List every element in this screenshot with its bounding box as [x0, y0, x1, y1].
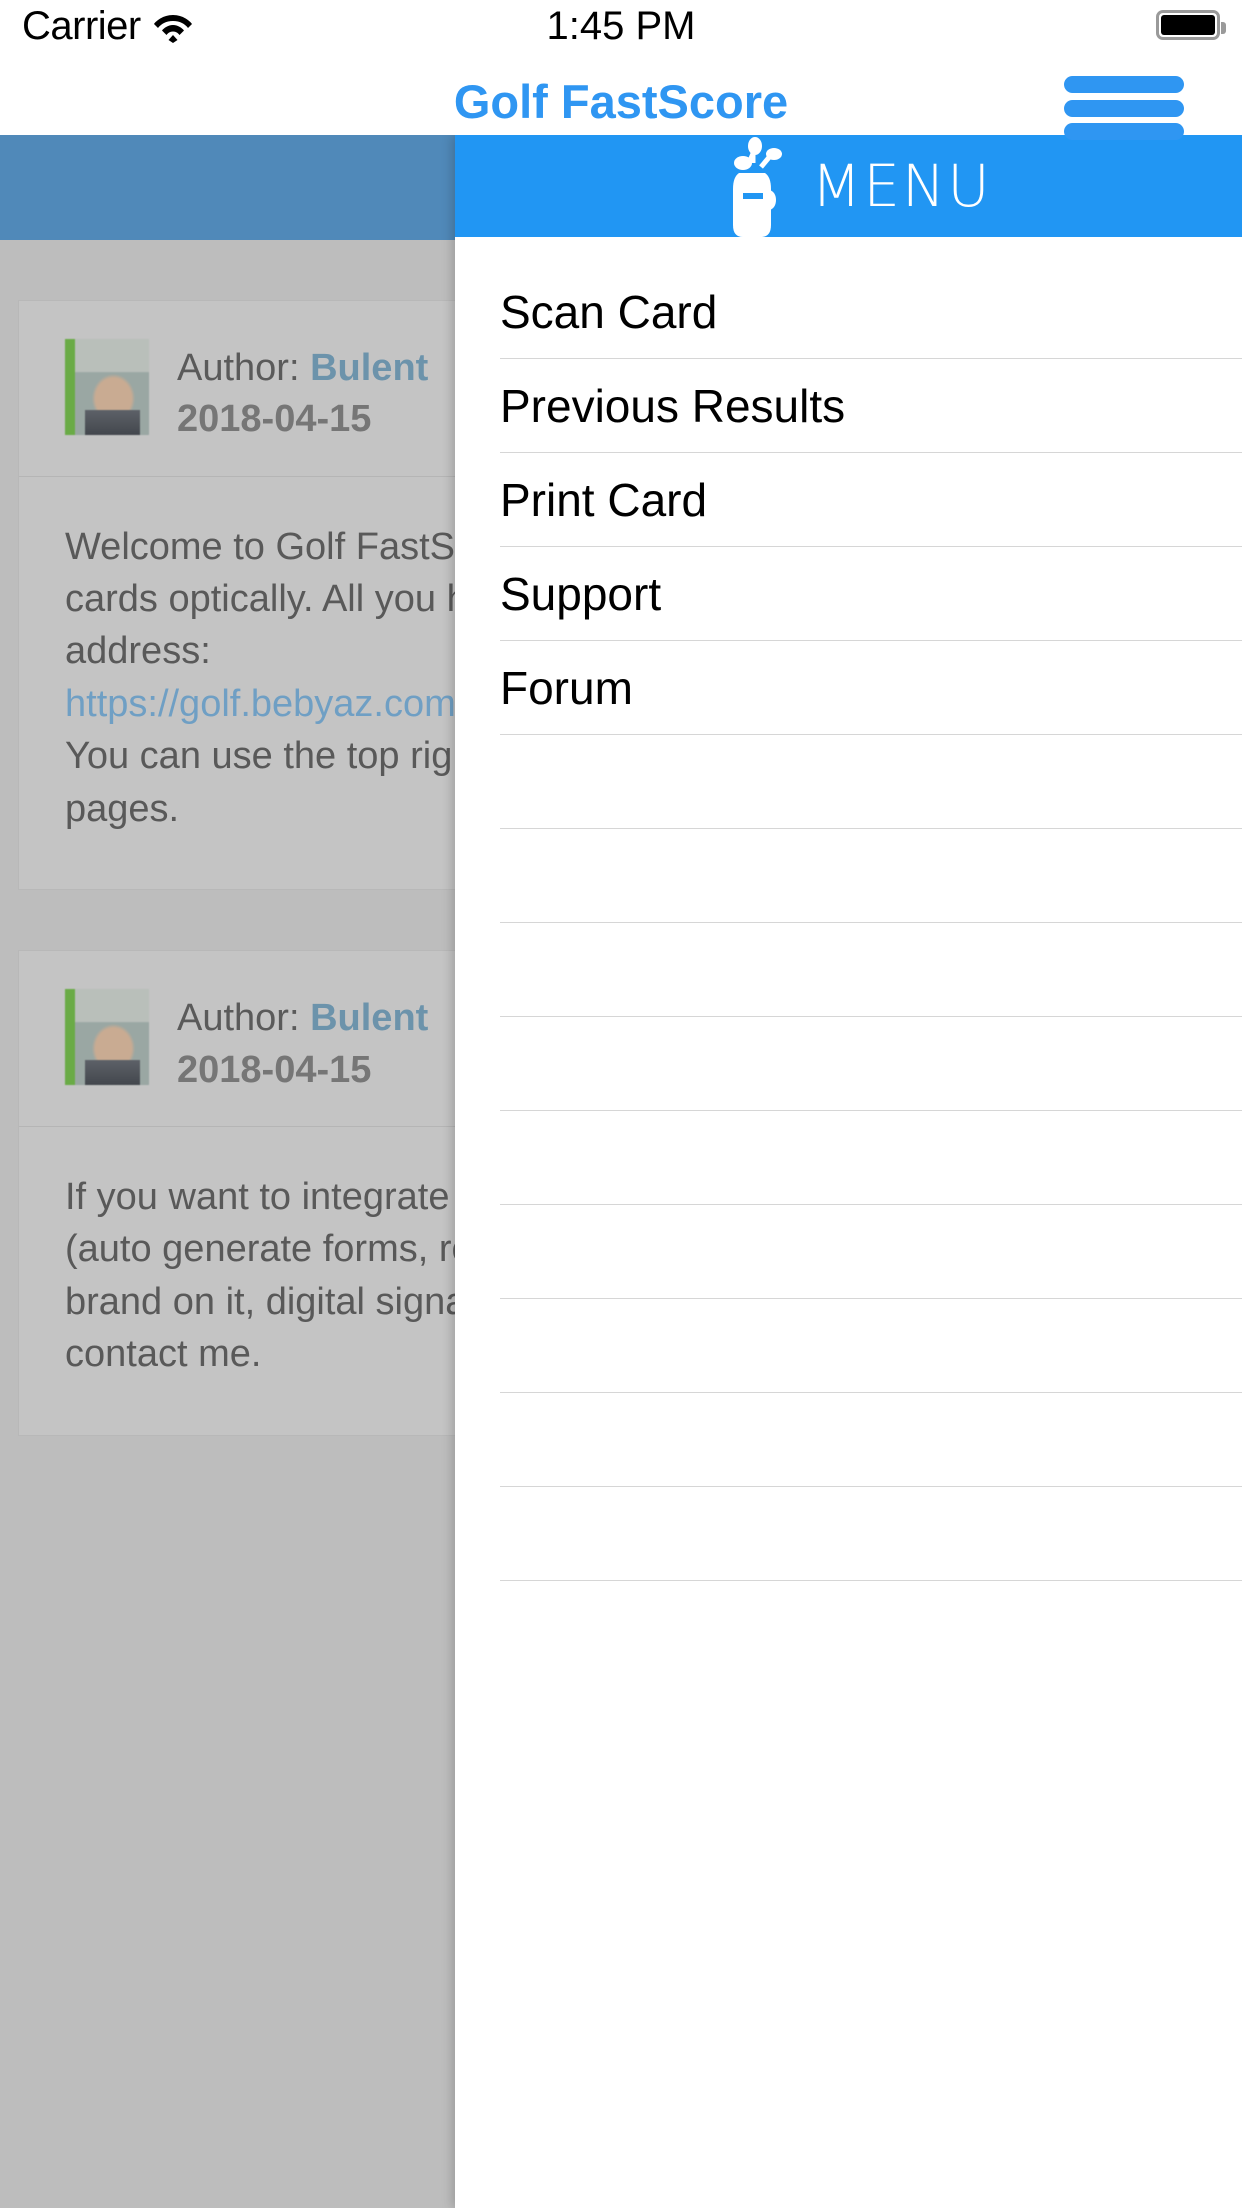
golf-bag-icon [705, 133, 801, 251]
menu-divider [500, 1580, 1242, 1581]
author-avatar [65, 339, 149, 435]
hamburger-bar-2 [1064, 99, 1184, 117]
author-label: Author: [177, 997, 300, 1040]
hamburger-menu-icon[interactable] [1064, 68, 1184, 148]
status-bar-time: 1:45 PM [546, 4, 696, 48]
menu-item-empty[interactable] [455, 1205, 1242, 1298]
hamburger-bar-1 [1064, 76, 1184, 93]
menu-header: MENU [455, 135, 1242, 237]
status-bar: Carrier 1:45 PM [0, 0, 1242, 60]
author-avatar [65, 989, 149, 1086]
menu-item-empty[interactable] [455, 1299, 1242, 1392]
menu-item-empty[interactable] [455, 1017, 1242, 1110]
post-date: 2018-04-15 [177, 1048, 372, 1091]
menu-item-previous-results[interactable]: Previous Results [455, 359, 1242, 452]
menu-item-empty[interactable] [455, 1393, 1242, 1486]
menu-item-scan-card[interactable]: Scan Card [455, 265, 1242, 358]
menu-item-empty[interactable] [455, 1487, 1242, 1580]
menu-item-label: Forum [500, 661, 633, 714]
menu-item-empty[interactable] [455, 829, 1242, 922]
navigation-bar: Golf FastScore [0, 60, 1242, 140]
menu-item-forum[interactable]: Forum [455, 641, 1242, 734]
author-label: Author: [177, 347, 300, 389]
menu-item-print-card[interactable]: Print Card [455, 453, 1242, 546]
menu-item-empty[interactable] [455, 1111, 1242, 1204]
author-line: Author: Bulent [177, 343, 428, 394]
menu-item-support[interactable]: Support [455, 547, 1242, 640]
author-line: Author: Bulent [177, 993, 428, 1044]
menu-item-empty[interactable] [455, 923, 1242, 1016]
menu-item-label: Print Card [500, 473, 708, 526]
page-title: Golf FastScore [453, 75, 789, 128]
post-meta: Author: Bulent 2018-04-15 [177, 989, 428, 1096]
menu-list: Scan Card Previous Results Print Card Su… [455, 237, 1242, 1581]
post-meta: Author: Bulent 2018-04-15 [177, 339, 428, 446]
menu-item-label: Support [500, 567, 662, 620]
menu-top-spacer [455, 237, 1242, 265]
menu-header-title: MENU [811, 152, 992, 220]
menu-item-empty[interactable] [455, 735, 1242, 828]
menu-item-label: Previous Results [500, 379, 846, 432]
post-date: 2018-04-15 [177, 398, 372, 441]
author-name[interactable]: Bulent [310, 997, 428, 1039]
battery-icon [1156, 10, 1226, 40]
author-name[interactable]: Bulent [310, 347, 428, 389]
slide-out-menu: MENU Scan Card Previous Results Print Ca… [455, 135, 1242, 2208]
menu-item-label: Scan Card [500, 285, 718, 338]
hamburger-bar-3 [1064, 123, 1184, 140]
